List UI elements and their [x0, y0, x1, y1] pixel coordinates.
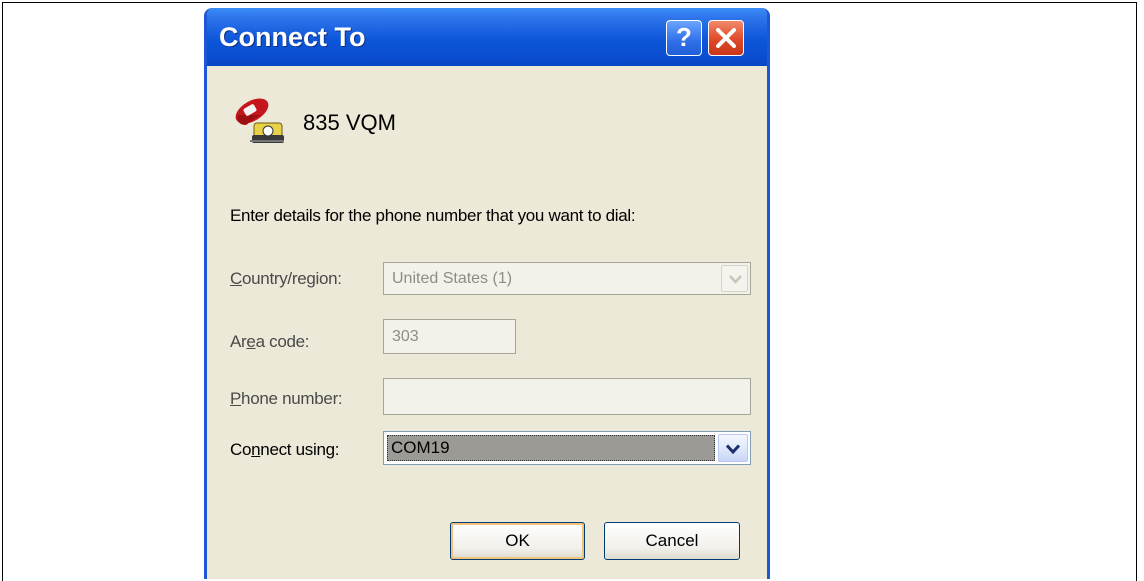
- country-dropdown-button[interactable]: [721, 265, 748, 292]
- ok-button[interactable]: OK: [450, 522, 585, 560]
- cancel-button[interactable]: Cancel: [604, 522, 740, 560]
- title-bar[interactable]: Connect To ?: [207, 8, 767, 66]
- chevron-down-icon: [729, 275, 742, 284]
- connect-to-dialog: Connect To ? 835 VQM Enter details for t…: [204, 8, 770, 579]
- country-region-value: United States (1): [392, 270, 513, 287]
- instruction-text: Enter details for the phone number that …: [230, 206, 636, 225]
- chevron-down-icon: [726, 444, 740, 454]
- phone-number-field[interactable]: [383, 378, 751, 415]
- connect-using-dropdown-button[interactable]: [718, 434, 748, 462]
- window-title: Connect To: [219, 22, 366, 52]
- help-button[interactable]: ?: [666, 20, 702, 56]
- connect-using-label: Connect using:: [230, 440, 340, 459]
- close-button[interactable]: [708, 20, 744, 56]
- close-icon: [716, 28, 736, 48]
- help-icon: ?: [676, 22, 692, 52]
- phone-number-label: Phone number:: [230, 389, 343, 408]
- connect-using-select[interactable]: COM19: [383, 431, 751, 465]
- connection-name: 835 VQM: [303, 110, 396, 135]
- connect-using-value: COM19: [387, 435, 715, 461]
- country-region-label: Country/region:: [230, 269, 342, 288]
- dialog-body: 835 VQM Enter details for the phone numb…: [207, 66, 767, 579]
- telephone-modem-icon: [235, 98, 284, 143]
- area-code-field[interactable]: 303: [383, 319, 516, 354]
- area-code-label: Area code:: [230, 332, 310, 351]
- country-region-select[interactable]: United States (1): [383, 262, 751, 295]
- area-code-value: 303: [392, 328, 419, 345]
